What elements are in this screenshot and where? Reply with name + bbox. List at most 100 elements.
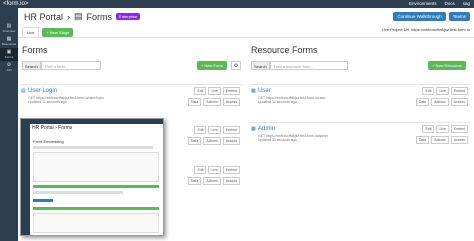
edit-button[interactable]: Edit [194,126,207,134]
form-actions-bottom: Data Actions Access [187,137,240,145]
actions-button[interactable]: Actions [431,98,449,106]
page-title: HR Portal › ▤ Forms Enterprise [24,11,141,22]
form-updated: Updated 11 seconds ago [28,100,67,104]
resource-actions-top: Edit Live Embed [422,87,468,95]
search-label: Search [22,61,41,70]
list-item: Edit Live Embed Data Actions Access [166,164,242,190]
user-menu[interactable]: sag [463,1,470,6]
access-button[interactable]: Access [450,136,468,144]
project-title[interactable]: HR Portal [24,12,63,22]
edit-button[interactable]: Edit [194,166,207,174]
sidebar-item-label: Forms [4,55,14,59]
sidebar-item-label: Overview [2,29,16,33]
stage-nav: Live + New Stage [22,27,74,37]
embed-button[interactable]: Embed [222,166,240,174]
data-button[interactable]: Data [187,137,202,145]
live-button[interactable]: Live [208,166,221,174]
inset-line [33,146,153,149]
gear-icon[interactable]: ⚙ [231,61,241,70]
edit-button[interactable]: Edit [422,125,435,133]
resource-search-input[interactable]: Find a resource form... [269,61,348,70]
data-button[interactable]: Data [187,177,202,185]
access-button[interactable]: Access [222,137,240,145]
actions-button[interactable]: Actions [203,137,221,145]
list-item: ▦ User GET https://xwfcxsclfwkjsz.test-f… [250,84,470,110]
edit-button[interactable]: Edit [422,87,435,95]
new-stage-button[interactable]: + New Stage [42,27,74,37]
search-label: Search [251,61,270,70]
access-button[interactable]: Access [222,177,240,185]
list-item: Edit Live Embed Data Actions Access [166,124,242,150]
form-actions-bottom: Data Actions Access [187,98,240,106]
actions-button[interactable]: Actions [203,98,221,106]
resource-updated: Updated 11 seconds ago [258,138,297,142]
actions-button[interactable]: Actions [431,136,449,144]
list-item: ▤ User Login GET https://xwfcxsclfwkjsz.… [20,84,242,110]
live-button[interactable]: Live [208,126,221,134]
resource-forms-title: Resource Forms [251,45,318,55]
form-actions-bottom: Data Actions Access [187,177,240,185]
sidebar-item-label: Resources [1,42,17,46]
form-actions-top: Edit Live Embed [194,166,240,174]
resource-name[interactable]: User [258,88,271,94]
sidebar-item-api[interactable]: ⚙ API [0,61,18,74]
list-item: ▦ Admin GET https://xwfcxsclfwkjsz.test-… [250,122,470,148]
embed-button[interactable]: Embed [222,126,240,134]
inset-subtitle: Form Embedding [33,139,64,144]
form-icon: ▤ [21,88,26,94]
inset-title: HR Portal › Forms [32,125,73,131]
inset-sidebar [21,124,30,235]
live-project-url[interactable]: Live Project Url: https://xwfcxsclfwkjsz… [382,27,470,32]
form-name[interactable]: User Login [28,88,57,94]
tab-live[interactable]: Live [22,27,40,37]
formio-logo[interactable]: <form.io> [3,1,28,7]
sidebar-item-resources[interactable]: ▦ Resources [0,35,18,48]
data-button[interactable]: Data [187,98,202,106]
inset-navbar [21,119,163,124]
forms-page-icon: ▤ [74,11,83,21]
enterprise-badge: Enterprise [116,13,141,20]
continue-walkthrough-button[interactable]: Continue Walkthrough [393,12,446,21]
resource-name[interactable]: Admin [258,126,275,132]
inset-code-box [33,152,159,182]
resource-actions-top: Edit Live Embed [422,125,468,133]
live-button[interactable]: Live [436,125,449,133]
sidebar: ▤ Overview ▦ Resources ▣ Forms ⚙ API [0,8,18,241]
separator: › [67,11,71,22]
forms-search: Search Find a form... [22,61,101,70]
inset-bar [33,207,159,210]
docs-menu[interactable]: Docs [444,1,454,6]
new-form-button[interactable]: + New Form [197,61,227,70]
embed-button[interactable]: Embed [450,87,468,95]
page-name: Forms [86,11,113,22]
new-resource-button[interactable]: + New Resource [428,61,466,70]
edit-button[interactable]: Edit [194,87,207,95]
embed-button[interactable]: Embed [450,125,468,133]
sidebar-item-overview[interactable]: ▤ Overview [0,22,18,35]
actions-button[interactable]: Actions [203,177,221,185]
sidebar-item-label: API [6,68,12,72]
header-buttons: Continue Walkthrough Teams [393,12,470,21]
forms-title: Forms [22,45,48,55]
embed-button[interactable]: Embed [222,87,240,95]
top-navbar: <form.io> Environments Docs sag [0,0,474,8]
form-actions-top: Edit Live Embed [194,87,240,95]
embedded-screenshot: HR Portal › Forms Form Embedding [20,118,164,236]
access-button[interactable]: Access [450,98,468,106]
live-button[interactable]: Live [436,87,449,95]
resource-actions-bottom: Data Actions Access [415,136,468,144]
inset-bar [33,185,159,188]
environments-menu[interactable]: Environments [409,1,437,6]
sidebar-item-forms[interactable]: ▣ Forms [0,48,18,61]
search-input[interactable]: Find a form... [40,61,101,70]
inset-button [33,199,53,202]
access-button[interactable]: Access [222,98,240,106]
resource-actions-bottom: Data Actions Access [415,98,468,106]
teams-button[interactable]: Teams [448,12,470,21]
data-button[interactable]: Data [415,98,430,106]
form-actions-top: Edit Live Embed [194,126,240,134]
resource-icon: ▦ [251,126,256,132]
inset-line [33,191,123,194]
data-button[interactable]: Data [415,136,430,144]
live-button[interactable]: Live [208,87,221,95]
